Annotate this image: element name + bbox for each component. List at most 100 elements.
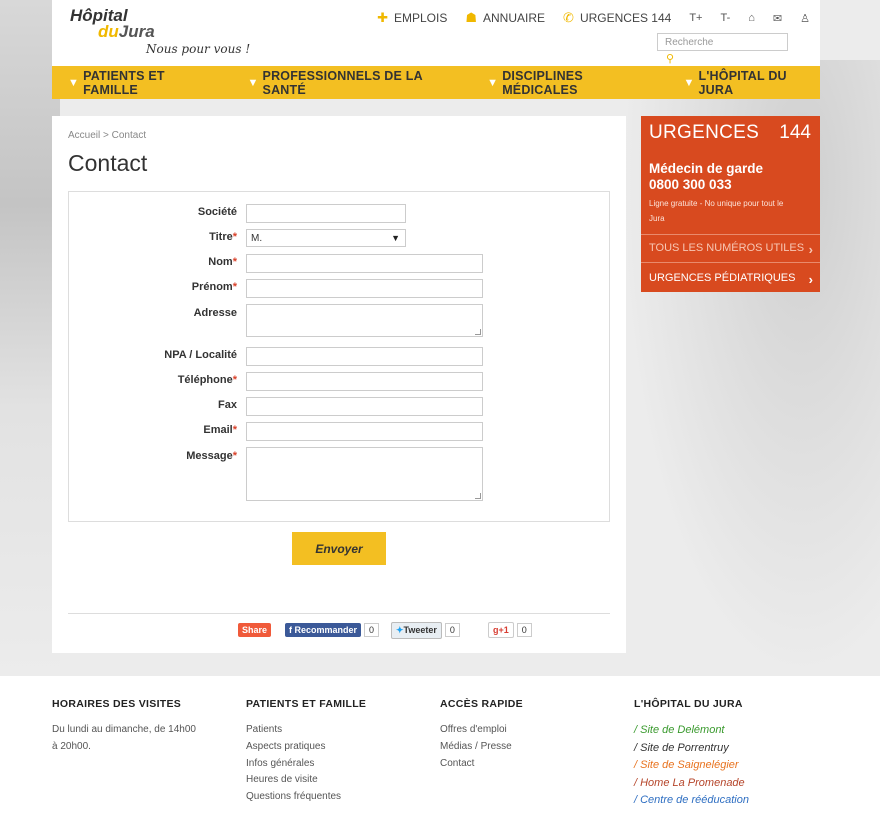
- chevron-down-icon: ▼: [487, 76, 499, 89]
- nav-patients[interactable]: ▼ PATIENTS ET FAMILLE: [68, 69, 217, 97]
- required-mark: *: [232, 281, 237, 293]
- mail-icon[interactable]: ✉: [773, 12, 782, 25]
- tweet-label: Tweeter: [403, 624, 437, 635]
- adresse-label: Adresse: [69, 307, 237, 319]
- share-button[interactable]: Share: [238, 623, 272, 637]
- footer-heading: PATIENTS ET FAMILLE: [246, 698, 367, 710]
- share-widget[interactable]: Share: [238, 622, 272, 638]
- chevron-down-icon: ▼: [247, 76, 259, 89]
- npa-field[interactable]: [246, 347, 483, 366]
- required-mark: *: [232, 256, 237, 268]
- annuaire-label: ANNUAIRE: [483, 11, 546, 25]
- facebook-recommend-label: Recommander: [294, 625, 358, 635]
- telephone-label-text: Téléphone: [177, 374, 233, 386]
- resize-grip-icon[interactable]: [475, 329, 481, 335]
- home-icon[interactable]: ⌂: [748, 12, 755, 24]
- page-title: Contact: [68, 150, 148, 176]
- nom-label: Nom*: [69, 256, 237, 268]
- nav-hopital[interactable]: ▼ L'HÔPITAL DU JURA: [683, 69, 820, 97]
- prenom-label: Prénom*: [69, 281, 237, 293]
- site-logo[interactable]: Hôpital duJura Nous pour vous !: [70, 7, 250, 56]
- email-field[interactable]: [246, 422, 483, 441]
- search-input[interactable]: Recherche: [657, 33, 788, 51]
- site-link-reeducation[interactable]: / Centre de rééducation: [634, 792, 749, 810]
- font-decrease-button[interactable]: T-: [720, 12, 730, 24]
- footer-link[interactable]: Aspects pratiques: [246, 739, 366, 756]
- footer-link[interactable]: Médias / Presse: [440, 739, 523, 756]
- chevron-right-icon: ›: [808, 242, 813, 257]
- search-icon[interactable]: ⚲: [666, 52, 674, 65]
- npa-label: NPA / Localité: [69, 349, 237, 361]
- logo-du: du: [98, 22, 119, 41]
- titre-select[interactable]: M. ▼: [246, 229, 406, 247]
- twitter-icon: ✦: [396, 624, 404, 635]
- titre-label: Titre*: [69, 231, 237, 243]
- prenom-field[interactable]: [246, 279, 483, 298]
- nav-professionnels[interactable]: ▼ PROFESSIONNELS DE LA SANTÉ: [247, 69, 461, 97]
- footer-link[interactable]: Infos générales: [246, 756, 366, 773]
- gplus-widget: g+1 0: [488, 622, 532, 638]
- nom-field[interactable]: [246, 254, 483, 273]
- chevron-down-icon: ▼: [68, 76, 80, 89]
- telephone-label: Téléphone*: [69, 374, 237, 386]
- footer-link[interactable]: Questions fréquentes: [246, 789, 366, 806]
- divider: [641, 262, 820, 263]
- required-mark: *: [232, 424, 237, 436]
- submit-button[interactable]: Envoyer: [292, 532, 386, 565]
- societe-label: Société: [69, 206, 237, 218]
- message-label-text: Message: [186, 450, 233, 462]
- medecin-phone[interactable]: 0800 300 033: [649, 177, 763, 193]
- societe-field[interactable]: [246, 204, 406, 223]
- urgences-link[interactable]: ✆ URGENCES 144: [563, 10, 671, 26]
- urgences-note: Ligne gratuite - No unique pour tout le …: [649, 199, 784, 223]
- gplus-button[interactable]: g+1: [488, 622, 514, 638]
- site-link-delemont[interactable]: / Site de Delémont: [634, 722, 749, 740]
- site-link-home-promenade[interactable]: / Home La Promenade: [634, 775, 749, 793]
- site-link-saignelegier[interactable]: / Site de Saignelégier: [634, 757, 749, 775]
- breadcrumb[interactable]: Accueil > Contact: [68, 130, 146, 141]
- footer-col-acces: ACCÈS RAPIDE Offres d'emploi Médias / Pr…: [440, 698, 523, 772]
- titre-label-text: Titre: [209, 231, 233, 243]
- emplois-link[interactable]: ✚ EMPLOIS: [377, 10, 447, 26]
- site-footer: HORAIRES DES VISITES Du lundi au dimanch…: [0, 676, 880, 815]
- main-content: Accueil > Contact Contact Société Titre*…: [52, 116, 626, 653]
- site-header: Hôpital duJura Nous pour vous ! ✚ EMPLOI…: [52, 0, 820, 66]
- fax-field[interactable]: [246, 397, 483, 416]
- email-label: Email*: [69, 424, 237, 436]
- horaires-text: Du lundi au dimanche, de 14h00 à 20h00.: [52, 724, 196, 752]
- contact-form: Société Titre* M. ▼ Nom* Prénom* Adresse…: [68, 191, 610, 522]
- footer-link[interactable]: Heures de visite: [246, 772, 366, 789]
- divider: [68, 613, 610, 614]
- urgences-box: URGENCES 144 Médecin de garde 0800 300 0…: [641, 116, 820, 292]
- fax-label-text: Fax: [218, 399, 237, 411]
- user-icon[interactable]: ♙: [800, 12, 810, 25]
- footer-link[interactable]: Contact: [440, 756, 523, 773]
- numeros-utiles-link[interactable]: TOUS LES NUMÉROS UTILES ›: [649, 242, 813, 257]
- message-textarea[interactable]: [246, 447, 483, 501]
- nav-label: PROFESSIONNELS DE LA SANTÉ: [262, 68, 423, 97]
- telephone-field[interactable]: [246, 372, 483, 391]
- footer-col-patients: PATIENTS ET FAMILLE Patients Aspects pra…: [246, 698, 366, 806]
- numeros-utiles-label: TOUS LES NUMÉROS UTILES: [649, 242, 805, 254]
- font-increase-button[interactable]: T+: [689, 12, 702, 24]
- footer-heading: HORAIRES DES VISITES: [52, 698, 182, 710]
- footer-col-horaires: HORAIRES DES VISITES Du lundi au dimanch…: [52, 698, 202, 756]
- urgences-pediatriques-link[interactable]: URGENCES PÉDIATRIQUES ›: [649, 272, 813, 287]
- urgences-number[interactable]: 144: [779, 122, 811, 144]
- facebook-count: 0: [364, 623, 380, 637]
- prenom-label-text: Prénom: [191, 281, 233, 293]
- npa-label-text: NPA / Localité: [164, 349, 237, 361]
- chevron-right-icon: ›: [808, 272, 813, 287]
- footer-col-hopital: L'HÔPITAL DU JURA / Site de Delémont / S…: [634, 698, 749, 810]
- resize-grip-icon[interactable]: [475, 493, 481, 499]
- facebook-widget: f Recommander 0: [285, 622, 380, 638]
- tweet-button[interactable]: ✦Tweeter: [391, 621, 442, 639]
- phone-icon: ✆: [563, 10, 574, 25]
- annuaire-link[interactable]: ☗ ANNUAIRE: [465, 10, 545, 26]
- facebook-recommend-button[interactable]: f Recommander: [285, 623, 362, 637]
- footer-link[interactable]: Patients: [246, 722, 366, 739]
- footer-link[interactable]: Offres d'emploi: [440, 722, 523, 739]
- nav-disciplines[interactable]: ▼ DISCIPLINES MÉDICALES: [487, 69, 655, 97]
- adresse-textarea[interactable]: [246, 304, 483, 337]
- site-link-porrentruy[interactable]: / Site de Porrentruy: [634, 740, 749, 758]
